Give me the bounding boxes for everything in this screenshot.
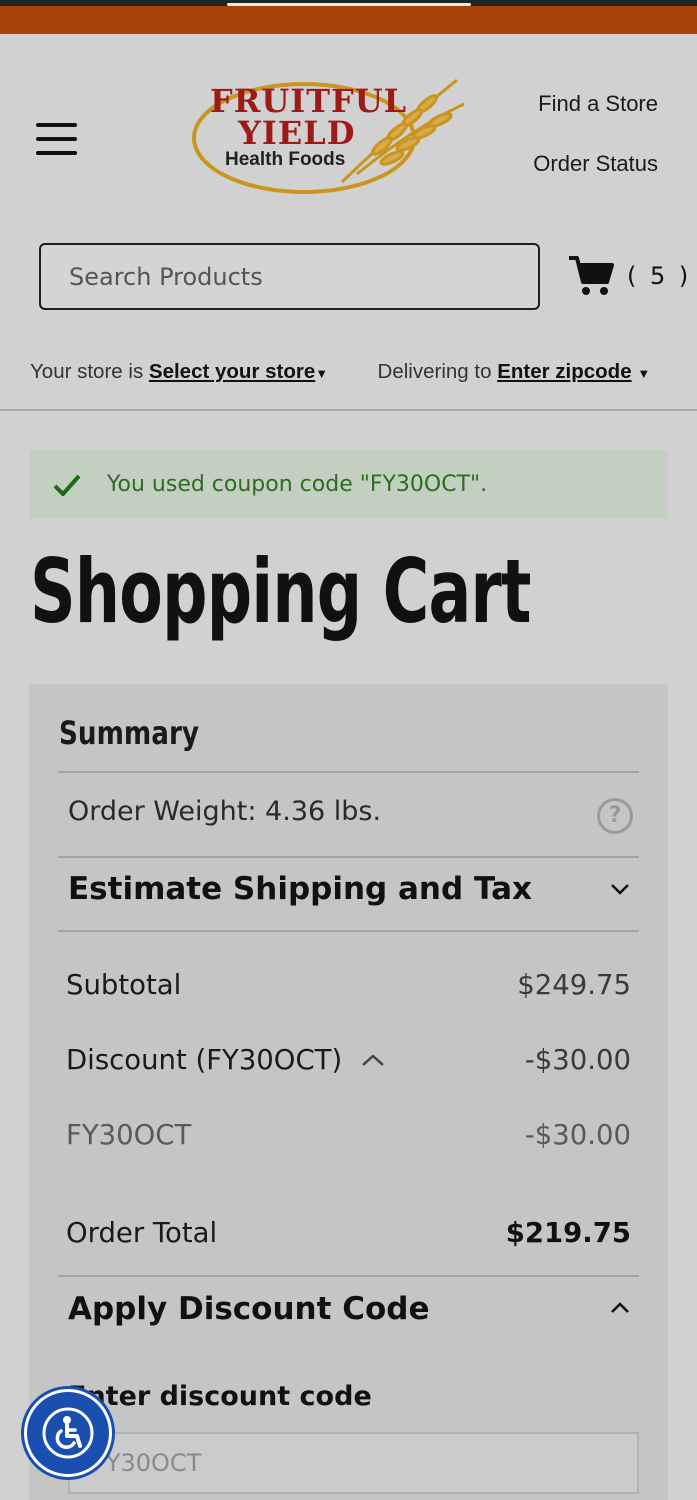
logo-line-3: Health Foods: [225, 149, 346, 170]
checkmark-icon: [53, 474, 81, 496]
order-total-label: Order Total: [66, 1217, 218, 1249]
subtotal-value: $249.75: [517, 969, 631, 1001]
page-title: Shopping Cart: [30, 540, 531, 643]
zipcode-link[interactable]: Enter zipcode: [497, 360, 631, 383]
chevron-up-icon[interactable]: [360, 1047, 386, 1073]
search-input[interactable]: [41, 245, 538, 308]
coupon-code: FY30OCT: [66, 1119, 192, 1151]
help-icon[interactable]: ?: [597, 798, 633, 834]
subtotal-row: Subtotal $249.75: [66, 969, 631, 1001]
menu-icon[interactable]: [36, 123, 78, 157]
cart-count: ( 5 ): [627, 262, 692, 290]
cart-icon: [569, 256, 614, 295]
estimate-shipping-toggle[interactable]: Estimate Shipping and Tax: [68, 871, 532, 907]
success-notice: You used coupon code "FY30OCT".: [29, 450, 668, 519]
divider: [58, 930, 639, 932]
notice-message: You used coupon code "FY30OCT".: [107, 472, 488, 497]
discount-code-label: Enter discount code: [68, 1381, 372, 1412]
top-accent-bar: [0, 0, 697, 34]
discount-row[interactable]: Discount (FY30OCT) -$30.00: [66, 1044, 631, 1076]
store-bar: Your store is Select your store▼ Deliver…: [30, 360, 650, 384]
order-weight: Order Weight: 4.36 lbs.: [68, 796, 382, 827]
caret-down-icon[interactable]: ▼: [637, 366, 650, 381]
coupon-row: FY30OCT -$30.00: [66, 1119, 631, 1151]
divider: [58, 856, 639, 858]
apply-discount-toggle[interactable]: Apply Discount Code: [68, 1291, 430, 1327]
accessibility-icon: [42, 1407, 94, 1459]
accessibility-button[interactable]: [24, 1389, 112, 1477]
search-box[interactable]: [39, 243, 540, 310]
order-total-value: $219.75: [505, 1217, 631, 1249]
divider: [58, 771, 639, 773]
header-divider: [0, 409, 697, 411]
discount-code-input[interactable]: [68, 1432, 639, 1494]
caret-down-icon[interactable]: ▼: [315, 366, 328, 381]
store-prefix: Your store is: [30, 360, 144, 383]
discount-value: -$30.00: [524, 1044, 631, 1076]
cart-button[interactable]: ( 5 ): [567, 254, 691, 298]
chevron-down-icon[interactable]: [607, 876, 633, 902]
chevron-up-icon[interactable]: [607, 1295, 633, 1321]
coupon-value: -$30.00: [524, 1119, 631, 1151]
url-pill: [227, 3, 471, 6]
subtotal-label: Subtotal: [66, 969, 182, 1001]
summary-panel: Summary Order Weight: 4.36 lbs. ? Estima…: [29, 684, 668, 1500]
discount-label: Discount (FY30OCT): [66, 1044, 343, 1076]
find-store-link[interactable]: Find a Store: [538, 91, 658, 117]
order-total-row: Order Total $219.75: [66, 1217, 631, 1249]
logo[interactable]: FRUITFUL YIELD Health Foods: [192, 74, 468, 198]
logo-line-2: YIELD: [238, 114, 356, 152]
delivery-prefix: Delivering to: [377, 360, 492, 383]
divider: [58, 1275, 639, 1277]
summary-heading: Summary: [59, 714, 200, 752]
select-store-link[interactable]: Select your store: [149, 360, 315, 383]
order-status-link[interactable]: Order Status: [533, 151, 658, 177]
